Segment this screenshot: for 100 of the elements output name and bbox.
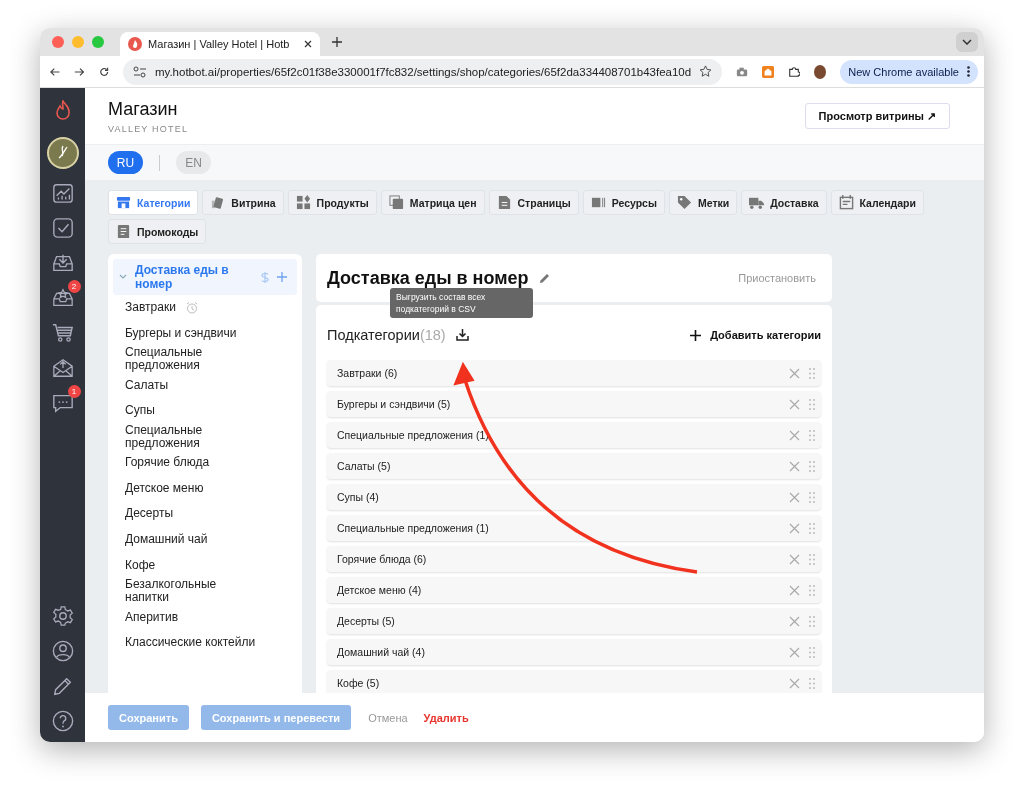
inbox-download-icon[interactable]: [51, 252, 74, 274]
hotel-name: VALLEY HOTEL: [108, 123, 189, 134]
subcategory-row[interactable]: Специальные предложения (1): [327, 515, 821, 541]
add-category-button[interactable]: Добавить категории: [690, 329, 821, 341]
subcategory-row[interactable]: Супы (4): [327, 484, 821, 510]
language-toggle[interactable]: RU: [108, 151, 143, 174]
subcategory-row[interactable]: Завтраки (6): [327, 360, 821, 386]
notification-badge: 1: [67, 385, 81, 398]
category-item[interactable]: Специальные предложения: [125, 423, 260, 450]
cart-icon[interactable]: [51, 322, 74, 344]
category-item[interactable]: Безалкогольные напитки: [125, 578, 260, 605]
preview-button[interactable]: Просмотр витрины ↗: [804, 103, 950, 129]
pencil-icon[interactable]: [51, 675, 74, 697]
subcategory-row[interactable]: Детское меню (4): [327, 577, 821, 603]
delete-link[interactable]: Удалить: [423, 711, 469, 724]
plus-icon[interactable]: [332, 37, 342, 47]
list-icon: [116, 224, 131, 239]
settings-tab[interactable]: Календари: [830, 190, 924, 215]
category-item[interactable]: Специальные предложения: [125, 346, 260, 373]
dollar-icon[interactable]: [261, 270, 269, 284]
category-item[interactable]: Доставка еды в номер: [113, 259, 297, 295]
close-icon[interactable]: [304, 40, 312, 48]
pencil-icon[interactable]: [538, 272, 550, 284]
user-icon[interactable]: [51, 640, 74, 662]
category-item[interactable]: Супы: [125, 404, 155, 418]
settings-tab[interactable]: Ресурсы: [582, 190, 665, 215]
category-item[interactable]: Детское меню: [125, 481, 204, 495]
chart-icon[interactable]: [51, 182, 74, 204]
settings-tab[interactable]: Витрина: [202, 190, 284, 215]
plus-icon: [690, 329, 702, 341]
drag-handle-icon[interactable]: [809, 677, 815, 689]
camera-icon[interactable]: [736, 65, 749, 78]
browser-tab[interactable]: Магазин | Valley Hotel | Hotb: [120, 32, 320, 56]
category-title: Доставка еды в номер: [135, 263, 230, 291]
category-item[interactable]: Бургеры и сэндвичи: [125, 327, 237, 341]
settings-tab[interactable]: Доставка: [741, 190, 827, 215]
category-item[interactable]: Завтраки: [125, 301, 176, 315]
category-item[interactable]: Домашний чай: [125, 533, 208, 547]
mail-upload-icon[interactable]: [51, 357, 74, 379]
drag-handle-icon[interactable]: [809, 491, 815, 503]
subcategory-label: Супы (4): [337, 491, 380, 503]
checkbox-icon[interactable]: [51, 217, 74, 239]
drag-handle-icon[interactable]: [809, 615, 815, 627]
settings-tab[interactable]: Промокоды: [108, 219, 207, 244]
tooltip: Выгрузить состав всех подкатегорий в CSV: [390, 288, 533, 318]
subcategory-row[interactable]: Домашний чай (4): [327, 639, 821, 665]
subcategory-label: Горячие блюда (6): [337, 553, 428, 565]
puzzle-icon[interactable]: [788, 64, 801, 79]
flame-icon[interactable]: [54, 100, 71, 120]
subcategory-row[interactable]: Бургеры и сэндвичи (5): [327, 391, 821, 417]
extension-icon[interactable]: [762, 64, 775, 79]
back-icon[interactable]: [50, 65, 61, 78]
subcategory-row[interactable]: Горячие блюда (6): [327, 546, 821, 572]
forward-icon[interactable]: [74, 65, 85, 78]
category-item[interactable]: Горячие блюда: [125, 456, 210, 470]
subcategory-label: Бургеры и сэндвичи (5): [337, 398, 452, 410]
subcategory-label: Десерты (5): [337, 615, 396, 627]
chevron-icon[interactable]: [119, 274, 127, 280]
help-icon[interactable]: [51, 710, 74, 732]
subcategory-row[interactable]: Кофе (5): [327, 670, 821, 693]
update-button[interactable]: New Chrome available: [840, 59, 978, 84]
drag-handle-icon[interactable]: [809, 584, 815, 596]
subcategory-label: Домашний чай (4): [337, 646, 426, 658]
subcategory-row[interactable]: Салаты (5): [327, 453, 821, 479]
drag-handle-icon[interactable]: [809, 522, 815, 534]
site-settings-icon[interactable]: [132, 65, 147, 78]
category-item[interactable]: Десерты: [125, 507, 173, 521]
drag-handle-icon[interactable]: [809, 429, 815, 441]
profile-avatar[interactable]: [814, 64, 827, 79]
zoom-window-button[interactable]: [92, 36, 104, 48]
drag-handle-icon[interactable]: [809, 646, 815, 658]
settings-tab[interactable]: Категории: [108, 190, 199, 215]
tab-search-button[interactable]: [956, 32, 978, 52]
close-window-button[interactable]: [52, 36, 64, 48]
minimize-window-button[interactable]: [72, 36, 84, 48]
drag-handle-icon[interactable]: [809, 460, 815, 472]
settings-icon[interactable]: [51, 605, 74, 627]
subcategory-label: Детское меню (4): [337, 584, 423, 596]
reload-icon[interactable]: [98, 65, 109, 78]
tag-icon: [676, 195, 692, 210]
download-icon[interactable]: [455, 329, 469, 341]
settings-tab[interactable]: Матрица цен: [380, 190, 485, 215]
address-bar[interactable]: my.hotbot.ai/properties/65f2c01f38e330001f7fc832/settings/shop/categories/65f2da334408701b43fea10d: [122, 58, 723, 85]
category-item[interactable]: Салаты: [125, 378, 168, 392]
chat-icon[interactable]: [51, 392, 74, 414]
drag-handle-icon[interactable]: [809, 367, 815, 379]
subcategory-row[interactable]: Десерты (5): [327, 608, 821, 634]
settings-tab[interactable]: Продукты: [287, 190, 377, 215]
caret-icon: [962, 39, 972, 45]
settings-tab[interactable]: Метки: [668, 190, 738, 215]
settings-tab[interactable]: Страницы: [488, 190, 579, 215]
tab-title: Магазин | Valley Hotel | Hotb: [148, 38, 291, 50]
hotel-avatar[interactable]: [46, 137, 79, 169]
category-item[interactable]: Аперитив: [125, 610, 179, 624]
drag-handle-icon[interactable]: [809, 553, 815, 565]
star-icon[interactable]: [699, 65, 713, 78]
category-item[interactable]: Классические коктейли: [125, 636, 256, 650]
category-item[interactable]: Кофе: [125, 558, 156, 572]
inbox-star-icon[interactable]: [51, 287, 74, 309]
drag-handle-icon[interactable]: [809, 398, 815, 410]
